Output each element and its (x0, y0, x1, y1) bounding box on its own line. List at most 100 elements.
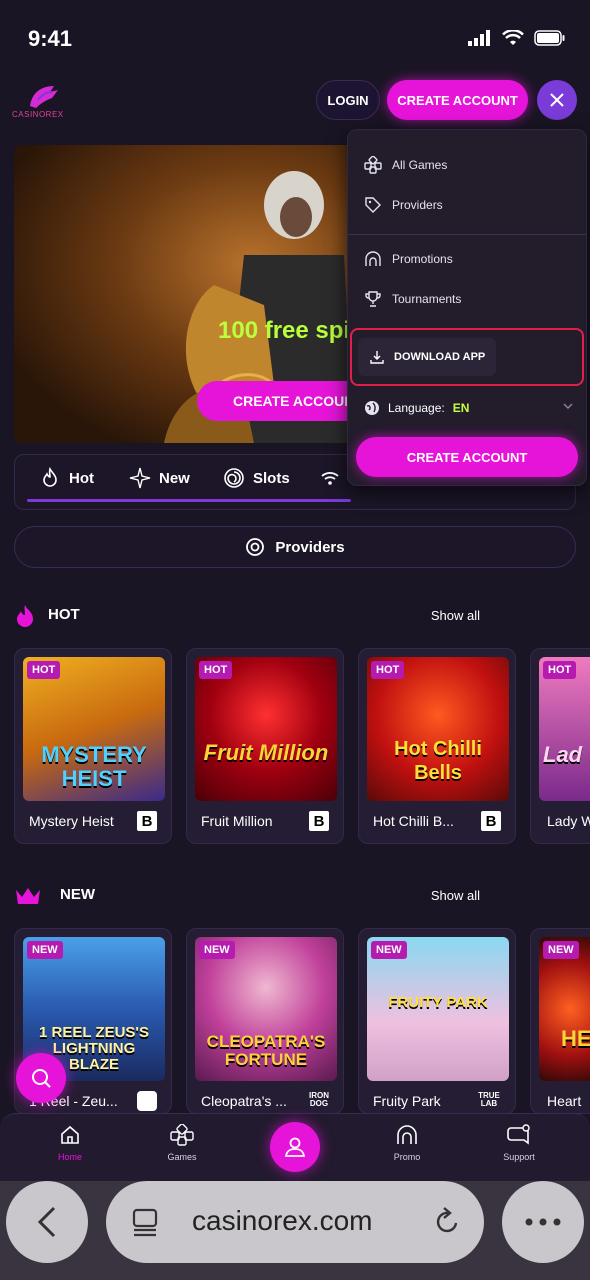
game-thumbnail: Fruit Million HOT (195, 657, 337, 801)
promo-nav-icon (397, 1125, 417, 1144)
tab-hot-label: Hot (69, 469, 94, 487)
game-card-fruity-park[interactable]: FRUITY PARK NEW Fruity Park TRUE LAB (358, 928, 516, 1114)
menu-item-tournaments[interactable]: Tournaments (364, 290, 461, 308)
url-text: casinorex.com (192, 1205, 373, 1236)
provider-logo: B (481, 811, 501, 831)
close-icon (550, 93, 564, 107)
game-thumbnail: FRUITY PARK NEW (367, 937, 509, 1081)
tab-slots[interactable]: Slots (223, 467, 290, 489)
signal-icon (468, 30, 490, 46)
url-bar[interactable]: casinorex.com (106, 1181, 484, 1263)
game-thumbnail: HE NEW (539, 937, 590, 1081)
browser-more-button[interactable] (502, 1181, 584, 1263)
game-card-heart[interactable]: HE NEW Heart (530, 928, 590, 1114)
hero-create-account-button[interactable]: CREATE ACCOUN (197, 381, 354, 421)
hero-promo-text: 100 free spi (218, 317, 351, 344)
nav-games-label: Games (167, 1152, 197, 1162)
hot-badge: HOT (27, 661, 61, 679)
game-card-cleopatras-fortune[interactable]: CLEOPATRA'S FORTUNE NEW Cleopatra's ... … (186, 928, 344, 1114)
game-card-fruit-million[interactable]: Fruit Million HOT Fruit Million B (186, 648, 344, 844)
battery-icon (534, 30, 565, 46)
menu-item-label: Promotions (392, 252, 453, 266)
nav-games[interactable]: Games (142, 1124, 222, 1162)
main-menu-dropdown: All Games Providers Promotions Tournamen… (347, 129, 587, 486)
game-card-hot-chilli-bells[interactable]: Hot Chilli Bells HOT Hot Chilli B... B (358, 648, 516, 844)
tab-slots-label: Slots (253, 469, 290, 487)
menu-create-account-button[interactable]: CREATE ACCOUNT (356, 437, 578, 477)
game-title: Heart (547, 1093, 582, 1109)
game-art-text: Fruit Million (203, 740, 329, 765)
menu-item-label: Providers (392, 198, 443, 212)
nav-home-label: Home (57, 1152, 82, 1162)
providers-button-label: Providers (275, 538, 345, 556)
browser-toolbar: casinorex.com (0, 1181, 590, 1280)
game-thumbnail: Lad HOT (539, 657, 590, 801)
casinorex-logo[interactable]: CASINOREX (12, 82, 72, 122)
games-icon (364, 156, 382, 174)
globe-icon (365, 401, 379, 415)
tag-icon (365, 197, 381, 213)
game-card-mystery-heist[interactable]: MYSTERY HEIST HOT Mystery Heist B (14, 648, 172, 844)
reload-icon[interactable] (434, 1207, 462, 1237)
nav-support[interactable]: Support (479, 1124, 559, 1162)
nav-profile-button[interactable] (270, 1122, 320, 1172)
provider-logo: B (137, 811, 157, 831)
chevron-left-icon (37, 1206, 56, 1238)
language-code: EN (452, 401, 470, 415)
providers-icon (246, 538, 265, 556)
hot-section-title: HOT (48, 606, 80, 623)
game-title: Cleopatra's ... (201, 1093, 287, 1109)
fire-section-icon (17, 605, 33, 627)
chat-icon (507, 1124, 530, 1145)
new-section-title: NEW (60, 886, 95, 903)
nav-home[interactable]: Home (30, 1124, 110, 1162)
tab-new[interactable]: New (129, 467, 190, 489)
new-badge: NEW (543, 941, 579, 959)
game-title: Mystery Heist (29, 813, 114, 829)
new-show-all-link[interactable]: Show all (431, 888, 480, 903)
menu-item-providers[interactable]: Providers (364, 196, 443, 214)
top-bar: CASINOREX LOGIN CREATE ACCOUNT (0, 70, 590, 130)
menu-item-all-games[interactable]: All Games (364, 156, 447, 174)
tab-hot[interactable]: Hot (39, 467, 94, 489)
hot-show-all-link[interactable]: Show all (431, 608, 480, 623)
login-button[interactable]: LOGIN (316, 80, 380, 120)
fire-icon (43, 467, 57, 487)
provider-logo (137, 1091, 157, 1111)
game-title: Lady W (547, 813, 590, 829)
game-art-text: HE (561, 1026, 590, 1051)
new-section-header: NEW Show all (14, 880, 576, 910)
download-app-highlight: DOWNLOAD APP (350, 328, 584, 386)
close-menu-button[interactable] (537, 80, 577, 120)
game-thumbnail: CLEOPATRA'S FORTUNE NEW (195, 937, 337, 1081)
providers-button[interactable]: Providers (14, 526, 576, 568)
download-app-button[interactable]: DOWNLOAD APP (358, 338, 496, 376)
active-tab-underline (27, 499, 351, 502)
crown-icon (16, 888, 40, 904)
status-icons (468, 30, 566, 46)
game-card-lady-w[interactable]: Lad HOT Lady W (530, 648, 590, 844)
game-art-text: MYSTERY HEIST (41, 742, 147, 791)
nav-promo-label: Promo (393, 1152, 421, 1162)
game-title: Fruit Million (201, 813, 273, 829)
browser-back-button[interactable] (6, 1181, 88, 1263)
wifi-icon (321, 472, 339, 485)
language-label: Language: (388, 401, 445, 415)
tab-live[interactable] (319, 467, 341, 489)
search-button[interactable] (16, 1053, 66, 1103)
language-selector[interactable]: Language: EN (364, 398, 574, 418)
nav-support-label: Support (503, 1152, 535, 1162)
new-badge: NEW (199, 941, 235, 959)
reader-icon (132, 1208, 158, 1237)
provider-logo: TRUE LAB (478, 1091, 500, 1108)
game-thumbnail: Hot Chilli Bells HOT (367, 657, 509, 801)
chevron-down-icon (563, 403, 573, 410)
menu-item-label: All Games (392, 158, 448, 172)
promo-icon (365, 251, 381, 266)
nav-promo[interactable]: Promo (367, 1124, 447, 1162)
create-account-button[interactable]: CREATE ACCOUNT (387, 80, 528, 120)
hero-banner[interactable]: 100 free spi CREATE ACCOUN (14, 145, 354, 443)
game-title: Fruity Park (373, 1093, 441, 1109)
menu-item-promotions[interactable]: Promotions (364, 250, 453, 268)
games-nav-icon (170, 1124, 194, 1146)
